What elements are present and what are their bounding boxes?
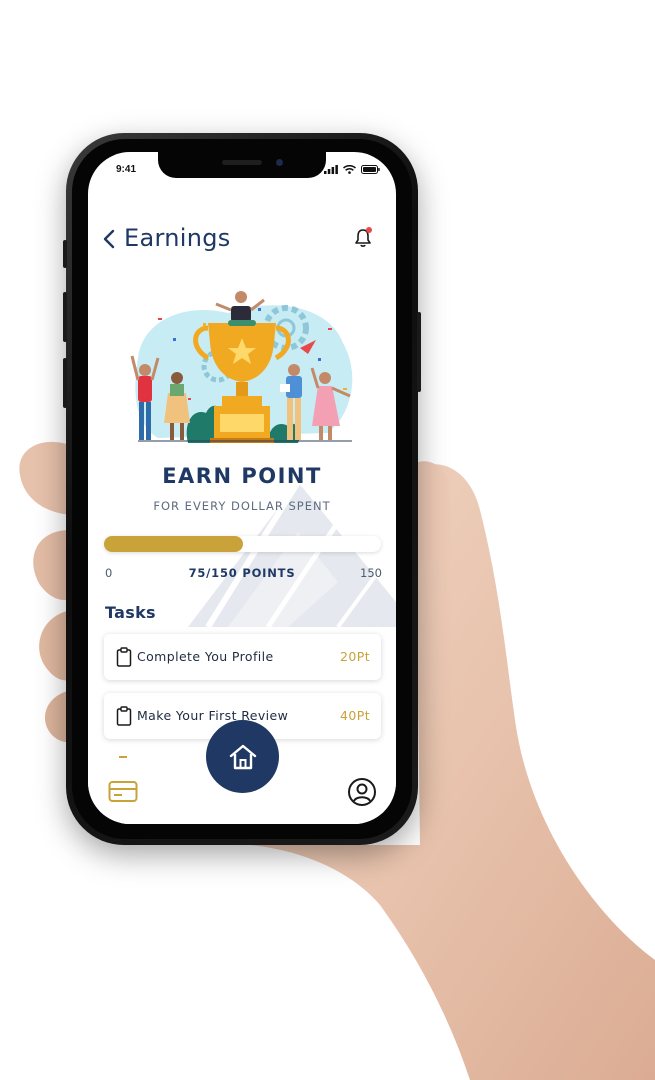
- status-icons: [324, 165, 380, 174]
- signal-icon: [324, 165, 338, 174]
- phone-silent-switch: [63, 240, 67, 268]
- tab-active-indicator: [119, 756, 127, 758]
- points-progress-fill: [104, 536, 243, 552]
- progress-max-label: 150: [360, 566, 382, 580]
- page-title: Earnings: [124, 224, 231, 252]
- profile-icon[interactable]: [347, 777, 377, 807]
- task-points: 20Pt: [340, 649, 370, 664]
- home-icon: [229, 744, 256, 769]
- mockup-scene: 9:41 Earnings EARN POINT FOR EVERY DOLLA…: [0, 0, 655, 1080]
- phone-power-button: [417, 312, 421, 392]
- front-camera: [276, 159, 283, 166]
- task-label: Complete You Profile: [137, 649, 274, 664]
- status-time: 9:41: [116, 164, 137, 175]
- wifi-icon: [343, 165, 356, 174]
- earn-point-heading: EARN POINT: [162, 464, 322, 488]
- battery-icon: [361, 165, 380, 174]
- card-icon[interactable]: [108, 780, 138, 804]
- notification-badge: [366, 227, 372, 233]
- phone-volume-down: [63, 358, 67, 408]
- app-screen: 9:41 Earnings EARN POINT FOR EVERY DOLLA…: [88, 152, 396, 824]
- progress-summary: 75/150 POINTS: [188, 566, 296, 580]
- notch: [158, 152, 326, 178]
- tasks-section-title: Tasks: [105, 603, 156, 622]
- clipboard-icon: [116, 706, 132, 726]
- earn-point-subtitle: FOR EVERY DOLLAR SPENT: [153, 499, 331, 513]
- top-nav: Earnings: [102, 224, 384, 254]
- points-progress-bar: [104, 536, 381, 552]
- back-chevron-icon[interactable]: [102, 228, 116, 250]
- speaker-grille: [222, 160, 262, 165]
- phone-volume-up: [63, 292, 67, 342]
- task-card[interactable]: Complete You Profile 20Pt: [104, 634, 381, 680]
- trophy-celebration-illustration: [130, 291, 353, 443]
- task-points: 40Pt: [340, 708, 370, 723]
- home-tab-button[interactable]: [206, 720, 279, 793]
- task-label: Make Your First Review: [137, 708, 289, 723]
- clipboard-icon: [116, 647, 132, 667]
